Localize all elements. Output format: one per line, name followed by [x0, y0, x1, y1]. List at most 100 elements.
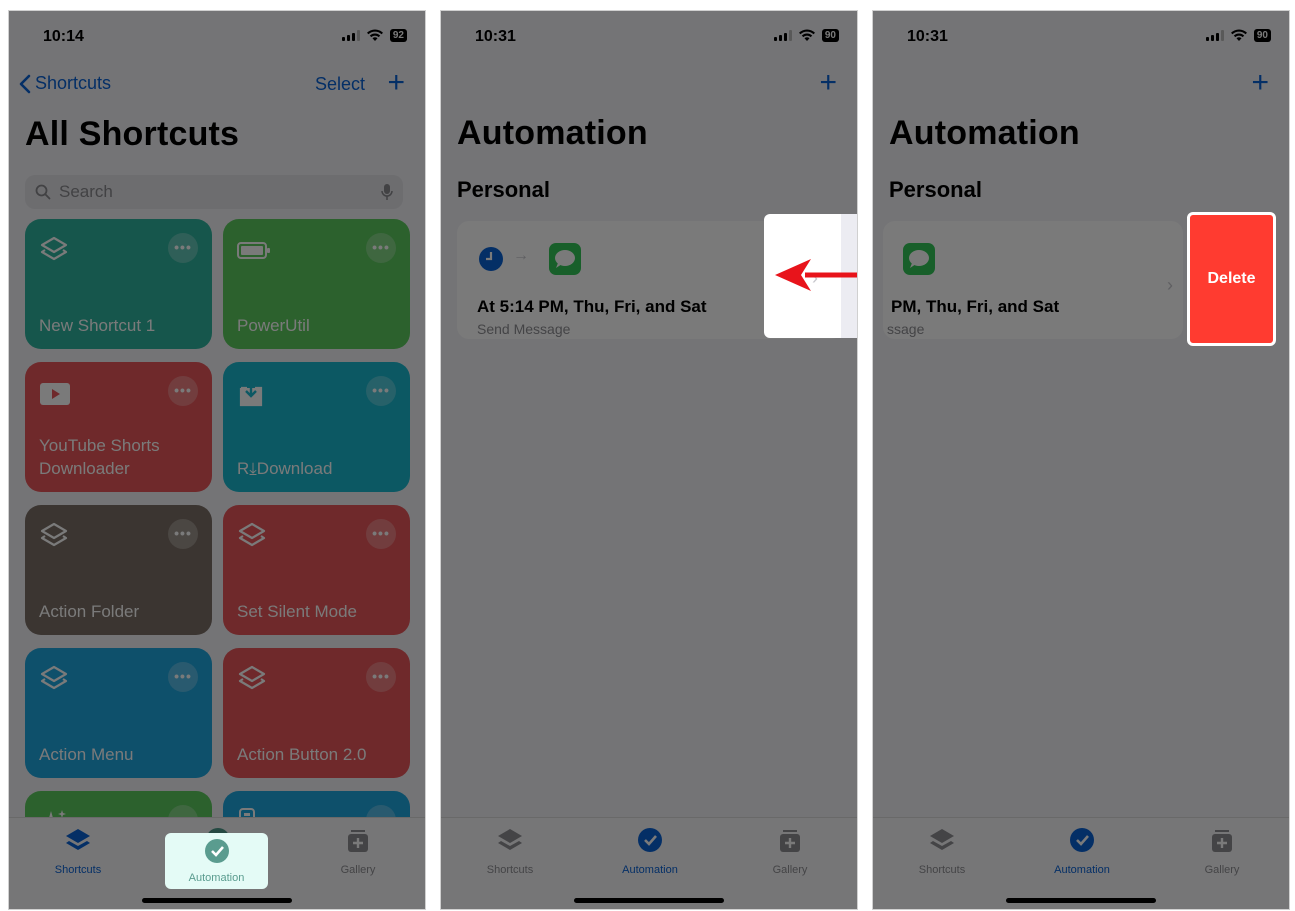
- layers-icon: [498, 829, 522, 850]
- tab-automation[interactable]: Automation: [1032, 826, 1132, 876]
- shortcut-name: Action Menu: [39, 745, 134, 764]
- swipe-left-arrow-icon: [775, 259, 857, 291]
- tab-shortcuts[interactable]: Shortcuts: [460, 826, 560, 876]
- shortcut-tile[interactable]: ••• Set Silent Mode: [223, 505, 410, 635]
- more-button[interactable]: •••: [168, 662, 198, 692]
- automation-screen: 10:31 90 + Automation Personal → At 5:14…: [440, 10, 858, 910]
- shortcut-name: Set Silent Mode: [237, 602, 358, 621]
- page-title: All Shortcuts: [25, 115, 240, 153]
- tab-label: Gallery: [772, 864, 808, 876]
- shortcut-name: YouTube Shorts Downloader: [39, 436, 160, 478]
- shortcut-tile[interactable]: ••• Action Button 2.0: [223, 648, 410, 778]
- shortcut-tile[interactable]: ••• YouTube Shorts Downloader: [25, 362, 212, 492]
- battery-icon: 90: [1253, 29, 1271, 42]
- clock-check-icon: [204, 839, 229, 863]
- layers-icon: [238, 665, 266, 690]
- more-button[interactable]: •••: [366, 376, 396, 406]
- chevron-left-icon: [19, 74, 31, 93]
- shortcut-tile[interactable]: ••• Action Folder: [25, 505, 212, 635]
- layers-icon: [40, 665, 68, 690]
- status-time: 10:31: [907, 28, 948, 45]
- shortcut-tile[interactable]: ••• R⤓Download: [223, 362, 410, 492]
- more-button[interactable]: •••: [366, 233, 396, 263]
- gallery-icon: [1212, 830, 1232, 852]
- back-button[interactable]: Shortcuts: [19, 73, 111, 94]
- shortcut-name: Action Folder: [39, 602, 140, 621]
- page-title: Automation: [457, 114, 648, 152]
- shortcuts-screen: 10:14 92 Shortcuts Select + All Shortcut…: [8, 10, 426, 910]
- layers-icon: [238, 522, 266, 547]
- clock-check-icon: [1070, 828, 1094, 852]
- automation-card[interactable]: PM, Thu, Fri, and Sat ssage ›: [883, 221, 1183, 339]
- add-automation-button[interactable]: +: [819, 68, 837, 98]
- youtube-icon: [40, 383, 70, 405]
- messages-icon: [903, 243, 935, 275]
- tab-label: Automation: [1054, 864, 1110, 876]
- status-time: 10:14: [43, 28, 84, 45]
- home-indicator: [1006, 898, 1156, 903]
- status-bar: 10:31 90: [873, 11, 1289, 61]
- download-icon: [239, 380, 263, 407]
- select-button[interactable]: Select: [315, 74, 365, 95]
- gallery-icon: [780, 830, 800, 852]
- wifi-icon: [798, 29, 815, 41]
- clock-check-icon: [638, 828, 662, 852]
- tab-shortcuts[interactable]: Shortcuts: [892, 826, 992, 876]
- tab-shortcuts[interactable]: Shortcuts: [28, 826, 128, 876]
- cellular-signal-icon: [341, 30, 360, 41]
- status-time: 10:31: [475, 28, 516, 45]
- microphone-icon[interactable]: [381, 183, 393, 201]
- home-indicator: [574, 898, 724, 903]
- automation-subtitle: ssage: [887, 321, 925, 337]
- automation-tab-highlight[interactable]: Automation: [165, 833, 268, 889]
- automation-subtitle: Send Message: [477, 321, 571, 337]
- chevron-right-icon: ›: [1167, 275, 1173, 295]
- tab-gallery[interactable]: Gallery: [308, 826, 408, 876]
- tab-bar: Shortcuts Automation Gallery: [441, 817, 857, 909]
- battery-icon: [237, 242, 270, 259]
- more-button[interactable]: •••: [366, 662, 396, 692]
- automation-title: PM, Thu, Fri, and Sat: [891, 297, 1060, 316]
- tab-label: Shortcuts: [54, 864, 102, 876]
- status-bar: 10:14 92: [9, 11, 425, 61]
- more-button[interactable]: •••: [168, 519, 198, 549]
- delete-button[interactable]: Delete: [1187, 212, 1276, 346]
- shortcut-name: R⤓Download: [237, 459, 333, 478]
- tab-gallery[interactable]: Gallery: [1172, 826, 1272, 876]
- messages-icon: [549, 243, 581, 275]
- search-icon: [35, 184, 51, 200]
- add-automation-button[interactable]: +: [1251, 68, 1269, 98]
- clock-icon: [479, 247, 503, 271]
- home-indicator: [142, 898, 292, 903]
- wifi-icon: [366, 29, 383, 41]
- shortcut-tile[interactable]: ••• New Shortcut 1: [25, 219, 212, 349]
- more-button[interactable]: •••: [168, 233, 198, 263]
- shortcut-name: PowerUtil: [237, 316, 310, 335]
- cellular-signal-icon: [1205, 30, 1224, 41]
- section-title: Personal: [889, 177, 982, 202]
- tab-bar: Shortcuts Automation Gallery: [873, 817, 1289, 909]
- layers-icon: [40, 236, 68, 261]
- more-button[interactable]: •••: [366, 519, 396, 549]
- shortcut-tile[interactable]: ••• PowerUtil: [223, 219, 410, 349]
- cellular-signal-icon: [773, 30, 792, 41]
- battery-icon: 90: [821, 29, 839, 42]
- arrow-right-icon: →: [513, 247, 529, 264]
- tab-label: Gallery: [340, 864, 376, 876]
- layers-icon: [40, 522, 68, 547]
- tab-gallery[interactable]: Gallery: [740, 826, 840, 876]
- battery-icon: 92: [389, 29, 407, 42]
- back-label: Shortcuts: [35, 73, 112, 93]
- automation-title: At 5:14 PM, Thu, Fri, and Sat: [477, 297, 707, 316]
- tab-automation[interactable]: Automation: [600, 826, 700, 876]
- tab-label: Automation: [188, 872, 245, 884]
- shortcut-tile[interactable]: ••• Action Menu: [25, 648, 212, 778]
- tab-label: Shortcuts: [918, 864, 966, 876]
- search-placeholder: Search: [59, 182, 113, 201]
- search-input[interactable]: Search: [25, 175, 403, 209]
- more-button[interactable]: •••: [168, 376, 198, 406]
- tab-label: Shortcuts: [486, 864, 534, 876]
- status-bar: 10:31 90: [441, 11, 857, 61]
- gallery-icon: [348, 830, 368, 852]
- add-shortcut-button[interactable]: +: [387, 68, 405, 98]
